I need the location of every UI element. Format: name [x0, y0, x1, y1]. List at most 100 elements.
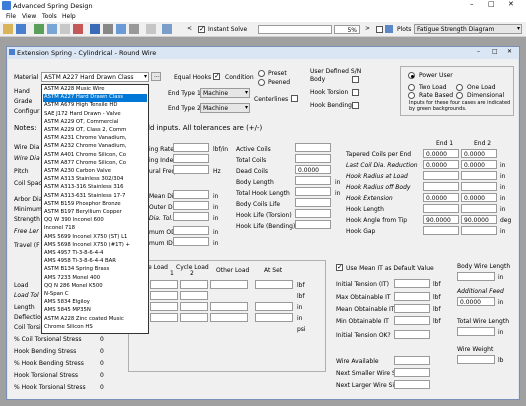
body-wire-length-input[interactable]: [457, 272, 495, 281]
material-option[interactable]: AMS 7233 Monel 400: [43, 275, 147, 283]
report-icon[interactable]: [73, 24, 83, 34]
material-option[interactable]: ASTM A227 Hard Drawn Class: [43, 94, 147, 102]
wire-available-input[interactable]: [394, 356, 430, 365]
hook-angle-end1[interactable]: 90.0000: [423, 215, 459, 224]
material-option[interactable]: ASTM A232 Chrome Vanadium,: [43, 143, 147, 151]
material-option[interactable]: ASTM A228 Music Wire: [43, 86, 147, 94]
menu-tools[interactable]: Tools: [42, 13, 57, 20]
initial-tension-input[interactable]: [394, 279, 430, 288]
rate-based-radio[interactable]: [408, 92, 415, 99]
print-icon[interactable]: [60, 24, 70, 34]
natural-freq-input[interactable]: [173, 165, 209, 174]
hook-length-end1[interactable]: [423, 204, 459, 213]
material-option[interactable]: ASTM B134 Spring Brass: [43, 266, 147, 274]
material-option[interactable]: ASTM A313 Stainless 302/304: [43, 176, 147, 184]
material-option[interactable]: SAE J172 Hard Drawn - Valve: [43, 111, 147, 119]
material-option[interactable]: Inconel 718: [43, 225, 147, 233]
help-icon[interactable]: [162, 24, 172, 34]
material-option[interactable]: ASTM A313-316 Stainless 316: [43, 184, 147, 192]
hook-gap-end2[interactable]: [461, 226, 497, 235]
centerlines-checkbox[interactable]: [291, 95, 298, 102]
material-option[interactable]: ASTM A679 High Tensile HD: [43, 102, 147, 110]
equal-hooks-checkbox[interactable]: [213, 72, 220, 80]
child-close-icon[interactable]: ✕: [507, 48, 512, 55]
next-larger-input[interactable]: [394, 380, 430, 389]
arrow-left-icon[interactable]: <: [187, 25, 192, 32]
maximize-icon[interactable]: □: [488, 0, 495, 8]
loadtol2-input[interactable]: [180, 291, 208, 300]
material-option[interactable]: ASTM A877 Chrome Silicon, Co: [43, 160, 147, 168]
length2-input[interactable]: [180, 302, 208, 311]
minimize-icon[interactable]: –: [470, 0, 474, 8]
load-atset-input[interactable]: [255, 280, 293, 289]
material-option[interactable]: ASTM A231 Chrome Vanadium,: [43, 135, 147, 143]
total-wire-length-input[interactable]: [457, 327, 495, 336]
copy-icon[interactable]: [47, 24, 57, 34]
child-maximize-icon[interactable]: □: [492, 48, 498, 55]
two-load-radio[interactable]: [408, 84, 415, 91]
length-other-input[interactable]: [210, 302, 248, 311]
deflection1-input[interactable]: [150, 313, 178, 322]
material-option[interactable]: ASTM A228 Zinc coated Music: [43, 316, 147, 324]
length1-input[interactable]: [150, 302, 178, 311]
load2-input[interactable]: [180, 280, 208, 289]
hook-angle-end2[interactable]: 90.0000: [461, 215, 497, 224]
plots-select[interactable]: Fatigue Strength Diagram ▾: [414, 24, 522, 34]
preset-radio[interactable]: [258, 70, 265, 77]
plots-checkbox[interactable]: [376, 26, 383, 33]
next-smaller-input[interactable]: [394, 368, 430, 377]
instant-solve-checkbox[interactable]: [198, 25, 205, 33]
last-coil-end2-input[interactable]: 0.0000: [461, 160, 497, 169]
material-select[interactable]: ASTM A227 Hard Drawn Class ▾: [41, 72, 149, 82]
material-option[interactable]: AMS 4958 Ti-3-8-6-4-4 BAR: [43, 258, 147, 266]
active-coils-input[interactable]: [295, 143, 331, 152]
dimensional-radio[interactable]: [456, 92, 463, 99]
hook-life-bending-input[interactable]: [295, 220, 331, 229]
last-coil-end1-input[interactable]: 0.0000: [423, 160, 459, 169]
spring-index-input[interactable]: [173, 154, 209, 163]
material-option[interactable]: AMS 5698 Inconel X750 (#1T) +: [43, 242, 147, 250]
min-id-input[interactable]: [173, 237, 209, 246]
menu-help[interactable]: Help: [62, 13, 76, 20]
total-coils-input[interactable]: [295, 154, 331, 163]
peened-radio[interactable]: [258, 79, 265, 86]
material-option[interactable]: AMS 5845 MP35N: [43, 307, 147, 315]
new-icon[interactable]: [34, 24, 44, 34]
material-option[interactable]: QQ W 390 Inconel 600: [43, 217, 147, 225]
mean-dia-input[interactable]: [173, 190, 209, 199]
table-icon[interactable]: [103, 24, 113, 34]
load1-input[interactable]: [150, 280, 178, 289]
body-length-input[interactable]: [295, 176, 331, 185]
mean-it-input[interactable]: [394, 304, 430, 313]
menu-file[interactable]: File: [6, 13, 16, 20]
material-more-button[interactable]: ...: [151, 72, 161, 81]
material-option[interactable]: ASTM B159 Phosphor Bronze: [43, 201, 147, 209]
close-icon[interactable]: ✕: [508, 0, 514, 8]
power-user-radio[interactable]: [408, 72, 415, 79]
material-option[interactable]: ASTM A229 OT, Commercial: [43, 119, 147, 127]
loadtol1-input[interactable]: [150, 291, 178, 300]
hook-bending-checkbox[interactable]: [352, 102, 359, 109]
length-atset-input[interactable]: [255, 302, 293, 311]
wire-weight-input[interactable]: [457, 355, 495, 364]
max-od-input[interactable]: [173, 226, 209, 235]
hook-radius-load-end2[interactable]: [461, 171, 497, 180]
hook-extension-end1[interactable]: 0.0000: [423, 193, 459, 202]
hook-radius-load-end1[interactable]: [423, 171, 459, 180]
hook-radius-body-end2[interactable]: [461, 182, 497, 191]
grid-icon[interactable]: [129, 24, 139, 34]
dead-coils-input[interactable]: 0.0000: [295, 165, 331, 174]
material-option[interactable]: ASTM A229 OT, Class 2, Comm: [43, 127, 147, 135]
child-minimize-icon[interactable]: –: [477, 48, 480, 55]
percent-input[interactable]: 5%: [334, 25, 360, 34]
use-mean-it-checkbox[interactable]: [336, 263, 343, 271]
menu-view[interactable]: View: [22, 13, 36, 20]
deflection-atset-input[interactable]: [255, 313, 293, 322]
material-option[interactable]: ASTM A313-631 Stainless 17-7: [43, 193, 147, 201]
end-type1-select[interactable]: Machine ▾: [200, 88, 250, 98]
material-option[interactable]: ASTM A401 Chrome Silicon, Co: [43, 152, 147, 160]
arrow-right-icon[interactable]: >: [365, 25, 370, 32]
chart-icon[interactable]: [116, 24, 126, 34]
load-other-input[interactable]: [210, 280, 248, 289]
settings-icon[interactable]: [146, 24, 156, 34]
